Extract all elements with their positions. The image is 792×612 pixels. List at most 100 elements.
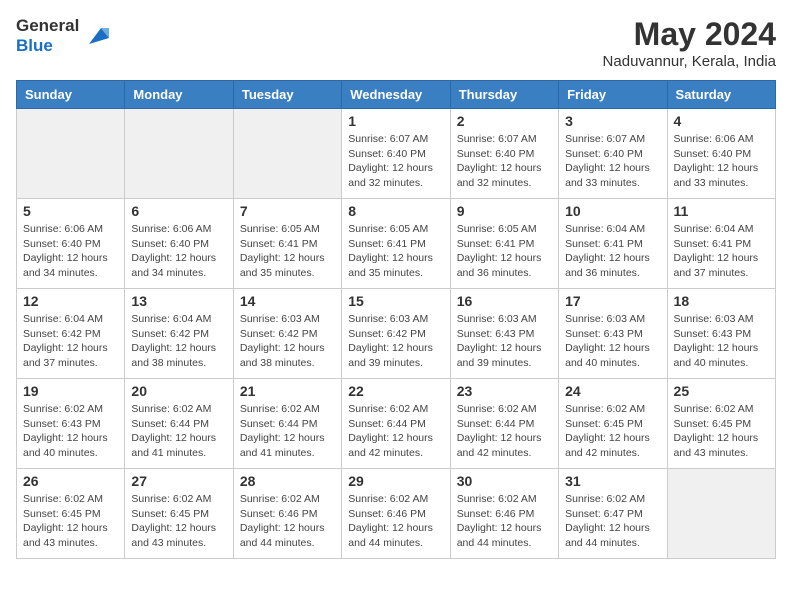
day-number: 14	[240, 293, 335, 309]
day-cell	[17, 109, 125, 199]
header-wednesday: Wednesday	[342, 81, 450, 109]
day-cell: 7Sunrise: 6:05 AMSunset: 6:41 PMDaylight…	[233, 199, 341, 289]
day-cell: 14 Sunrise: 6:03 AMSunset: 6:42 PMDayligh…	[233, 289, 341, 379]
day-cell: 2 Sunrise: 6:07 AMSunset: 6:40 PMDaylight…	[450, 109, 558, 199]
day-cell: 15 Sunrise: 6:03 AMSunset: 6:42 PMDayligh…	[342, 289, 450, 379]
day-number: 30	[457, 473, 552, 489]
day-cell: 17 Sunrise: 6:03 AMSunset: 6:43 PMDayligh…	[559, 289, 667, 379]
day-info: Sunrise: 6:02 AMSunset: 6:47 PMDaylight:…	[565, 492, 660, 551]
day-number: 5	[23, 203, 118, 219]
day-info: Sunrise: 6:03 AMSunset: 6:42 PMDaylight:…	[348, 312, 443, 371]
day-info: Sunrise: 6:02 AMSunset: 6:44 PMDaylight:…	[348, 402, 443, 461]
day-cell: 22 Sunrise: 6:02 AMSunset: 6:44 PMDayligh…	[342, 379, 450, 469]
day-number: 29	[348, 473, 443, 489]
day-number: 28	[240, 473, 335, 489]
header-saturday: Saturday	[667, 81, 775, 109]
day-info: Sunrise: 6:04 AMSunset: 6:41 PMDaylight:…	[674, 222, 769, 281]
logo-general: General	[16, 16, 79, 36]
day-number: 27	[131, 473, 226, 489]
day-cell: 4Sunrise: 6:06 AMSunset: 6:40 PMDaylight…	[667, 109, 775, 199]
day-number: 8	[348, 203, 443, 219]
day-number: 9	[457, 203, 552, 219]
day-number: 3	[565, 113, 660, 129]
day-number: 25	[674, 383, 769, 399]
week-row-4: 19Sunrise: 6:02 AMSunset: 6:43 PMDayligh…	[17, 379, 776, 469]
day-number: 17	[565, 293, 660, 309]
day-info: Sunrise: 6:07 AMSunset: 6:40 PMDaylight:…	[565, 132, 660, 191]
day-number: 12	[23, 293, 118, 309]
day-info: Sunrise: 6:03 AMSunset: 6:43 PMDaylight:…	[457, 312, 552, 371]
day-cell: 8 Sunrise: 6:05 AMSunset: 6:41 PMDaylight…	[342, 199, 450, 289]
day-cell: 19Sunrise: 6:02 AMSunset: 6:43 PMDayligh…	[17, 379, 125, 469]
day-cell: 5Sunrise: 6:06 AMSunset: 6:40 PMDaylight…	[17, 199, 125, 289]
day-cell	[233, 109, 341, 199]
logo-blue: Blue	[16, 36, 79, 56]
day-info: Sunrise: 6:03 AMSunset: 6:43 PMDaylight:…	[674, 312, 769, 371]
day-cell: 13Sunrise: 6:04 AMSunset: 6:42 PMDayligh…	[125, 289, 233, 379]
day-cell: 12 Sunrise: 6:04 AMSunset: 6:42 PMDayligh…	[17, 289, 125, 379]
day-info: Sunrise: 6:05 AMSunset: 6:41 PMDaylight:…	[348, 222, 443, 281]
day-info: Sunrise: 6:04 AMSunset: 6:42 PMDaylight:…	[23, 312, 118, 371]
title-block: May 2024 Naduvannur, Kerala, India	[603, 16, 776, 70]
day-info: Sunrise: 6:03 AMSunset: 6:42 PMDaylight:…	[240, 312, 335, 371]
day-cell: 11Sunrise: 6:04 AMSunset: 6:41 PMDayligh…	[667, 199, 775, 289]
day-cell	[125, 109, 233, 199]
day-number: 2	[457, 113, 552, 129]
week-row-1: 1 Sunrise: 6:07 AMSunset: 6:40 PMDaylight…	[17, 109, 776, 199]
day-number: 24	[565, 383, 660, 399]
day-number: 4	[674, 113, 769, 129]
day-info: Sunrise: 6:04 AMSunset: 6:42 PMDaylight:…	[131, 312, 226, 371]
day-cell: 3 Sunrise: 6:07 AMSunset: 6:40 PMDaylight…	[559, 109, 667, 199]
week-row-2: 5 Sunrise: 6:06 AMSunset: 6:40 PMDaylight…	[17, 199, 776, 289]
day-info: Sunrise: 6:04 AMSunset: 6:41 PMDaylight:…	[565, 222, 660, 281]
header-monday: Monday	[125, 81, 233, 109]
day-cell: 30 Sunrise: 6:02 AMSunset: 6:46 PMDayligh…	[450, 469, 558, 559]
week-row-5: 26 Sunrise: 6:02 AMSunset: 6:45 PMDayligh…	[17, 469, 776, 559]
weekday-header-row: Sunday Monday Tuesday Wednesday Thursday…	[17, 81, 776, 109]
day-cell: 10 Sunrise: 6:04 AMSunset: 6:41 PMDayligh…	[559, 199, 667, 289]
day-info: Sunrise: 6:02 AMSunset: 6:45 PMDaylight:…	[131, 492, 226, 551]
day-info: Sunrise: 6:06 AMSunset: 6:40 PMDaylight:…	[131, 222, 226, 281]
day-number: 26	[23, 473, 118, 489]
day-cell: 31 Sunrise: 6:02 AMSunset: 6:47 PMDayligh…	[559, 469, 667, 559]
day-info: Sunrise: 6:05 AMSunset: 6:41 PMDaylight:…	[457, 222, 552, 281]
day-number: 18	[674, 293, 769, 309]
day-cell: 6Sunrise: 6:06 AMSunset: 6:40 PMDaylight…	[125, 199, 233, 289]
day-info: Sunrise: 6:07 AMSunset: 6:40 PMDaylight:…	[348, 132, 443, 191]
day-cell: 18 Sunrise: 6:03 AMSunset: 6:43 PMDayligh…	[667, 289, 775, 379]
day-number: 7	[240, 203, 335, 219]
logo-icon	[81, 20, 113, 52]
logo: General Blue	[16, 16, 113, 56]
day-number: 15	[348, 293, 443, 309]
day-cell: 25 Sunrise: 6:02 AMSunset: 6:45 PMDayligh…	[667, 379, 775, 469]
day-cell: 1 Sunrise: 6:07 AMSunset: 6:40 PMDaylight…	[342, 109, 450, 199]
day-cell: 20 Sunrise: 6:02 AMSunset: 6:44 PMDayligh…	[125, 379, 233, 469]
header-thursday: Thursday	[450, 81, 558, 109]
calendar-table: Sunday Monday Tuesday Wednesday Thursday…	[16, 80, 776, 559]
day-cell: 29Sunrise: 6:02 AMSunset: 6:46 PMDayligh…	[342, 469, 450, 559]
day-number: 10	[565, 203, 660, 219]
day-info: Sunrise: 6:02 AMSunset: 6:45 PMDaylight:…	[565, 402, 660, 461]
day-cell: 16 Sunrise: 6:03 AMSunset: 6:43 PMDayligh…	[450, 289, 558, 379]
day-number: 20	[131, 383, 226, 399]
header-sunday: Sunday	[17, 81, 125, 109]
day-number: 22	[348, 383, 443, 399]
day-number: 16	[457, 293, 552, 309]
day-info: Sunrise: 6:02 AMSunset: 6:45 PMDaylight:…	[23, 492, 118, 551]
day-cell: 9 Sunrise: 6:05 AMSunset: 6:41 PMDaylight…	[450, 199, 558, 289]
month-year-title: May 2024	[603, 16, 776, 53]
header-friday: Friday	[559, 81, 667, 109]
day-number: 31	[565, 473, 660, 489]
day-info: Sunrise: 6:02 AMSunset: 6:46 PMDaylight:…	[457, 492, 552, 551]
day-info: Sunrise: 6:02 AMSunset: 6:44 PMDaylight:…	[131, 402, 226, 461]
day-number: 1	[348, 113, 443, 129]
day-info: Sunrise: 6:02 AMSunset: 6:44 PMDaylight:…	[240, 402, 335, 461]
day-cell: 28Sunrise: 6:02 AMSunset: 6:46 PMDayligh…	[233, 469, 341, 559]
day-info: Sunrise: 6:03 AMSunset: 6:43 PMDaylight:…	[565, 312, 660, 371]
day-cell: 27 Sunrise: 6:02 AMSunset: 6:45 PMDayligh…	[125, 469, 233, 559]
day-info: Sunrise: 6:07 AMSunset: 6:40 PMDaylight:…	[457, 132, 552, 191]
day-info: Sunrise: 6:02 AMSunset: 6:45 PMDaylight:…	[674, 402, 769, 461]
day-cell: 26 Sunrise: 6:02 AMSunset: 6:45 PMDayligh…	[17, 469, 125, 559]
day-cell	[667, 469, 775, 559]
day-number: 21	[240, 383, 335, 399]
